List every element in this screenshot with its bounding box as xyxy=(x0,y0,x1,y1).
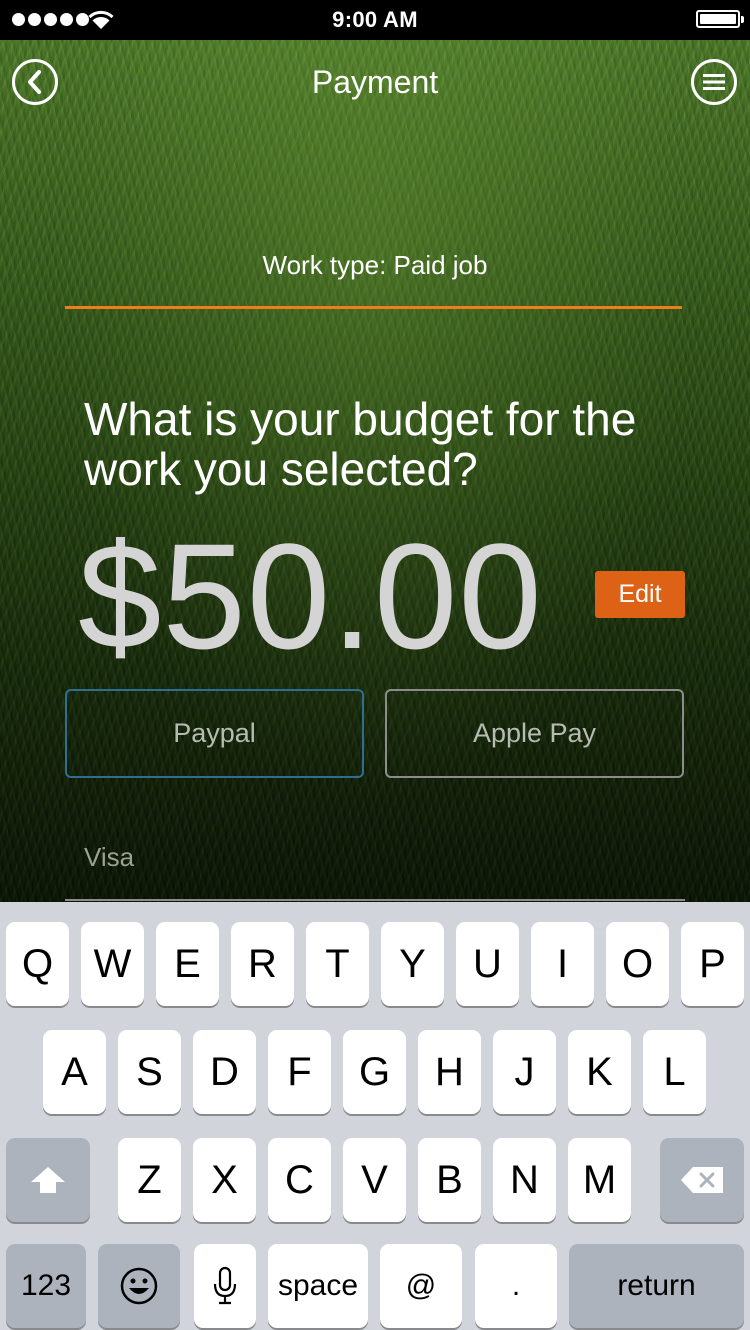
shift-key[interactable] xyxy=(6,1138,90,1222)
backspace-icon xyxy=(681,1167,723,1193)
key-u[interactable]: U xyxy=(456,922,519,1006)
key-h[interactable]: H xyxy=(418,1030,481,1114)
numbers-key[interactable]: 123 xyxy=(6,1244,86,1328)
key-p[interactable]: P xyxy=(681,922,744,1006)
key-g[interactable]: G xyxy=(343,1030,406,1114)
key-i[interactable]: I xyxy=(531,922,594,1006)
battery-icon xyxy=(696,10,744,28)
status-bar: 9:00 AM xyxy=(0,0,750,40)
key-n[interactable]: N xyxy=(493,1138,556,1222)
visa-field[interactable]: Visa xyxy=(84,842,134,873)
apple-pay-button[interactable]: Apple Pay xyxy=(385,689,684,778)
at-key[interactable]: @ xyxy=(380,1244,462,1328)
key-l[interactable]: L xyxy=(643,1030,706,1114)
period-key[interactable]: . xyxy=(475,1244,557,1328)
key-f[interactable]: F xyxy=(268,1030,331,1114)
key-b[interactable]: B xyxy=(418,1138,481,1222)
budget-amount: $50.00 xyxy=(78,512,543,680)
microphone-icon xyxy=(213,1266,237,1305)
key-w[interactable]: W xyxy=(81,922,144,1006)
paypal-button[interactable]: Paypal xyxy=(65,689,364,778)
emoji-key[interactable] xyxy=(98,1244,180,1328)
keyboard: Q W E R T Y U I O P A S D F G H J K L Z … xyxy=(0,902,750,1330)
dictation-key[interactable] xyxy=(194,1244,256,1328)
visa-field-underline xyxy=(65,899,685,901)
key-z[interactable]: Z xyxy=(118,1138,181,1222)
key-t[interactable]: T xyxy=(306,922,369,1006)
key-y[interactable]: Y xyxy=(381,922,444,1006)
key-r[interactable]: R xyxy=(231,922,294,1006)
key-x[interactable]: X xyxy=(193,1138,256,1222)
key-m[interactable]: M xyxy=(568,1138,631,1222)
page-title: Payment xyxy=(311,64,439,100)
delete-key[interactable] xyxy=(660,1138,744,1222)
key-s[interactable]: S xyxy=(118,1030,181,1114)
edit-button[interactable]: Edit xyxy=(595,571,685,618)
work-type-label: Work type: Paid job xyxy=(262,250,488,280)
key-k[interactable]: K xyxy=(568,1030,631,1114)
status-time: 9:00 AM xyxy=(332,7,418,32)
key-c[interactable]: C xyxy=(268,1138,331,1222)
key-e[interactable]: E xyxy=(156,922,219,1006)
key-a[interactable]: A xyxy=(43,1030,106,1114)
smiley-icon xyxy=(120,1267,158,1305)
key-q[interactable]: Q xyxy=(6,922,69,1006)
return-key[interactable]: return xyxy=(569,1244,744,1328)
key-v[interactable]: V xyxy=(343,1138,406,1222)
key-o[interactable]: O xyxy=(606,922,669,1006)
key-j[interactable]: J xyxy=(493,1030,556,1114)
work-type-underline xyxy=(65,306,682,309)
key-d[interactable]: D xyxy=(193,1030,256,1114)
shift-arrow-icon xyxy=(31,1167,65,1193)
space-key[interactable]: space xyxy=(268,1244,368,1328)
hamburger-menu-icon xyxy=(703,74,725,90)
budget-question: What is your budget for the work you sel… xyxy=(84,393,637,495)
menu-button[interactable] xyxy=(691,59,737,105)
